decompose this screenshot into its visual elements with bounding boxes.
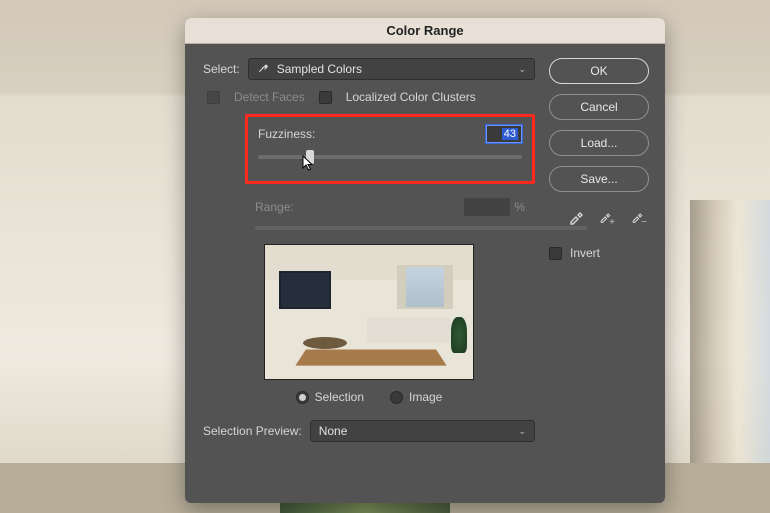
selection-preview-label: Selection Preview:	[203, 424, 302, 438]
selection-radio-label: Selection	[315, 390, 364, 404]
select-value: Sampled Colors	[277, 62, 362, 76]
select-dropdown[interactable]: Sampled Colors ⌄	[248, 58, 535, 80]
fuzziness-input[interactable]: 43	[486, 125, 522, 143]
detect-faces-checkbox	[207, 91, 220, 104]
eyedropper-tools: + −	[549, 208, 649, 226]
image-radio[interactable]	[390, 391, 403, 404]
ok-button[interactable]: OK	[549, 58, 649, 84]
select-label: Select:	[203, 62, 240, 76]
fuzziness-row: Fuzziness: 43	[258, 125, 522, 143]
preview-rug	[295, 350, 446, 366]
fuzziness-slider[interactable]	[258, 155, 522, 159]
invert-row: Invert	[549, 246, 649, 260]
preview-table	[303, 337, 347, 349]
detect-faces-label: Detect Faces	[234, 90, 305, 104]
eyedropper-icon	[257, 62, 269, 77]
preview-image[interactable]	[264, 244, 474, 380]
preview-sofa	[367, 317, 451, 343]
preview-wall-art	[279, 271, 331, 309]
dialog-title: Color Range	[386, 23, 463, 38]
localized-clusters-checkbox[interactable]	[319, 91, 332, 104]
save-button[interactable]: Save...	[549, 166, 649, 192]
invert-checkbox[interactable]	[549, 247, 562, 260]
preview-mode-radios: Selection Image	[203, 390, 535, 404]
dialog-titlebar[interactable]: Color Range	[185, 18, 665, 44]
eyedropper-add-tool[interactable]: +	[599, 208, 617, 226]
image-radio-label: Image	[409, 390, 442, 404]
localized-clusters-label: Localized Color Clusters	[346, 90, 476, 104]
background-photo: Color Range Select: Sampled Colors ⌄	[0, 0, 770, 513]
minus-icon: −	[641, 217, 647, 228]
load-button[interactable]: Load...	[549, 130, 649, 156]
range-input	[464, 198, 510, 216]
preview-area	[203, 244, 535, 380]
selection-radio[interactable]	[296, 391, 309, 404]
fuzziness-value: 43	[502, 128, 518, 140]
dialog-body: Select: Sampled Colors ⌄ Detect Faces	[185, 44, 665, 456]
range-unit: %	[514, 200, 525, 214]
selection-preview-value: None	[319, 424, 348, 438]
chevron-down-icon: ⌄	[518, 426, 526, 437]
select-row: Select: Sampled Colors ⌄	[203, 58, 535, 80]
range-slider	[255, 226, 587, 230]
preview-window	[397, 265, 453, 309]
range-label: Range:	[255, 200, 294, 214]
options-row: Detect Faces Localized Color Clusters	[203, 90, 535, 104]
color-range-dialog: Color Range Select: Sampled Colors ⌄	[185, 18, 665, 503]
preview-plant	[451, 317, 467, 353]
eyedropper-subtract-tool[interactable]: −	[631, 208, 649, 226]
chevron-down-icon: ⌄	[518, 64, 526, 75]
dialog-left-column: Select: Sampled Colors ⌄ Detect Faces	[203, 58, 535, 442]
eyedropper-tool[interactable]	[567, 208, 585, 226]
range-row: Range: %	[245, 194, 535, 216]
plus-icon: +	[609, 217, 615, 228]
selection-preview-row: Selection Preview: None ⌄	[203, 420, 535, 442]
dialog-right-column: OK Cancel Load... Save... + −	[549, 58, 649, 442]
selection-preview-dropdown[interactable]: None ⌄	[310, 420, 535, 442]
fuzziness-highlighted-region: Fuzziness: 43	[245, 114, 535, 184]
fuzziness-label: Fuzziness:	[258, 127, 315, 141]
fuzziness-slider-thumb[interactable]	[306, 150, 314, 164]
cancel-button[interactable]: Cancel	[549, 94, 649, 120]
invert-label: Invert	[570, 246, 600, 260]
